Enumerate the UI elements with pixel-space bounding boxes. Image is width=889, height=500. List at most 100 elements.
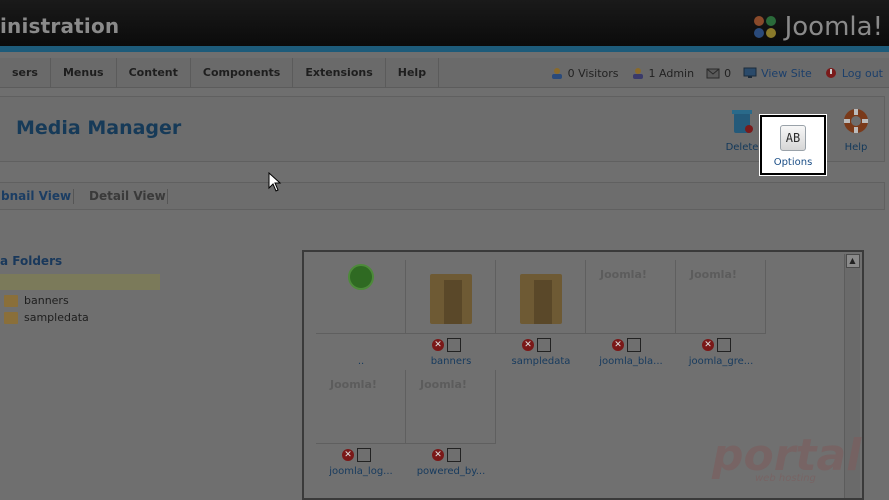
folder-item-banners[interactable]: banners xyxy=(0,294,170,307)
delete-icon[interactable]: ✕ xyxy=(432,339,444,351)
media-controls: ✕ xyxy=(432,338,461,352)
page-title: Media Manager xyxy=(16,117,182,139)
folder-icon xyxy=(430,274,472,324)
select-checkbox[interactable] xyxy=(447,338,461,352)
media-label: joomla_bla... xyxy=(599,356,663,367)
media-item-joomla-bla[interactable]: Joomla! ✕ joomla_bla... xyxy=(586,260,676,368)
options-button[interactable]: AB Options xyxy=(762,117,824,173)
select-checkbox[interactable] xyxy=(627,338,641,352)
tab-separator xyxy=(73,189,74,204)
mouse-cursor-icon xyxy=(268,172,282,192)
up-arrow-icon xyxy=(348,264,374,290)
menu-item-content[interactable]: Content xyxy=(117,58,191,88)
media-label: joomla_log... xyxy=(329,466,393,477)
log-out-icon xyxy=(825,68,836,78)
help-label: Help xyxy=(844,142,868,153)
media-thumb: Joomla! xyxy=(676,260,766,334)
visitors-icon xyxy=(551,68,562,79)
media-item-sampledata[interactable]: ✕ sampledata xyxy=(496,260,586,368)
menu-item-users[interactable]: sers xyxy=(0,58,51,88)
media-controls: ✕ xyxy=(702,338,731,352)
delete-icon[interactable]: ✕ xyxy=(612,339,624,351)
options-button-highlight: AB Options xyxy=(760,115,826,175)
view-site-label: View Site xyxy=(761,66,812,80)
media-thumb: Joomla! xyxy=(586,260,676,334)
media-item-powered-by[interactable]: Joomla! ✕ powered_by... xyxy=(406,370,496,478)
tab-thumbnail-view[interactable]: bnail View xyxy=(1,189,71,203)
media-item-joomla-gre[interactable]: Joomla! ✕ joomla_gre... xyxy=(676,260,766,368)
media-item-joomla-log[interactable]: Joomla! ✕ joomla_log... xyxy=(316,370,406,478)
status-bar: 0 Visitors 1 Admin 0 View Site Log out xyxy=(538,58,883,88)
monitor-icon xyxy=(743,67,757,78)
joomla-thumb-logo: Joomla! xyxy=(600,268,647,281)
select-checkbox[interactable] xyxy=(447,448,461,462)
menu-list: sers Menus Content Components Extensions… xyxy=(0,58,440,88)
options-icon: AB xyxy=(780,125,806,151)
admin-count: 1 Admin xyxy=(648,66,695,80)
visitors-count: 0 Visitors xyxy=(567,66,619,80)
media-controls: ✕ xyxy=(522,338,551,352)
media-label: sampledata xyxy=(511,356,571,367)
media-label: powered_by... xyxy=(416,466,486,477)
joomla-logo-word: Joomla! xyxy=(784,12,883,42)
admin-header: inistration Joomla! xyxy=(0,0,889,52)
menu-item-components[interactable]: Components xyxy=(191,58,294,88)
folder-item-sampledata[interactable]: sampledata xyxy=(0,311,170,324)
delete-icon[interactable]: ✕ xyxy=(702,339,714,351)
media-item-up[interactable]: .. xyxy=(316,260,406,368)
media-thumb: Joomla! xyxy=(406,370,496,444)
messages-icon xyxy=(706,68,720,79)
joomla-logo-icon xyxy=(753,16,776,38)
media-label: joomla_gre... xyxy=(688,356,754,367)
main-menubar: sers Menus Content Components Extensions… xyxy=(0,58,889,88)
folder-label: banners xyxy=(24,294,69,307)
scroll-up-arrow-icon[interactable]: ▲ xyxy=(845,254,860,268)
media-label: .. xyxy=(357,356,365,367)
log-out-link[interactable]: Log out xyxy=(824,67,883,80)
folders-title: a Folders xyxy=(0,254,63,268)
messages-status[interactable]: 0 xyxy=(706,67,731,80)
view-site-link[interactable]: View Site xyxy=(743,67,812,80)
joomla-thumb-logo: Joomla! xyxy=(330,378,377,391)
media-controls: ✕ xyxy=(612,338,641,352)
admin-user-icon xyxy=(632,68,643,79)
messages-count: 0 xyxy=(724,66,732,80)
joomla-thumb-logo: Joomla! xyxy=(690,268,737,281)
folder-root-item[interactable] xyxy=(0,274,160,290)
media-label: banners xyxy=(430,356,472,367)
admin-status: 1 Admin xyxy=(631,66,695,80)
media-thumb xyxy=(496,260,586,334)
media-thumb: Joomla! xyxy=(316,370,406,444)
media-controls: ✕ xyxy=(432,448,461,462)
visitors-status: 0 Visitors xyxy=(550,67,619,80)
delete-icon[interactable]: ✕ xyxy=(522,339,534,351)
admin-title: inistration xyxy=(0,14,120,38)
select-checkbox[interactable] xyxy=(357,448,371,462)
joomla-logo[interactable]: Joomla! xyxy=(749,10,883,44)
trash-icon xyxy=(732,110,753,133)
folder-icon xyxy=(4,311,18,324)
media-thumb xyxy=(316,260,406,334)
help-button[interactable]: Help xyxy=(831,107,881,157)
media-controls: ✕ xyxy=(342,448,371,462)
joomla-thumb-logo: Joomla! xyxy=(420,378,467,391)
media-item-banners[interactable]: ✕ banners xyxy=(406,260,496,368)
folder-icon xyxy=(4,294,18,307)
delete-icon[interactable]: ✕ xyxy=(432,449,444,461)
toolbar-box: Media Manager Delete Help xyxy=(0,96,885,162)
media-thumb xyxy=(406,260,496,334)
select-checkbox[interactable] xyxy=(537,338,551,352)
folder-label: sampledata xyxy=(24,311,89,324)
tab-detail-view[interactable]: Detail View xyxy=(89,189,166,203)
select-checkbox[interactable] xyxy=(717,338,731,352)
menu-item-menus[interactable]: Menus xyxy=(51,58,117,88)
tab-separator xyxy=(167,189,168,204)
portal-watermark-sub: web hosting xyxy=(755,473,816,484)
menu-item-help[interactable]: Help xyxy=(386,58,440,88)
lifebuoy-icon xyxy=(844,109,868,133)
delete-icon[interactable]: ✕ xyxy=(342,449,354,461)
menu-item-extensions[interactable]: Extensions xyxy=(293,58,386,88)
folder-icon xyxy=(520,274,562,324)
options-label: Options xyxy=(773,157,813,168)
view-tabs: bnail View Detail View xyxy=(0,182,885,210)
